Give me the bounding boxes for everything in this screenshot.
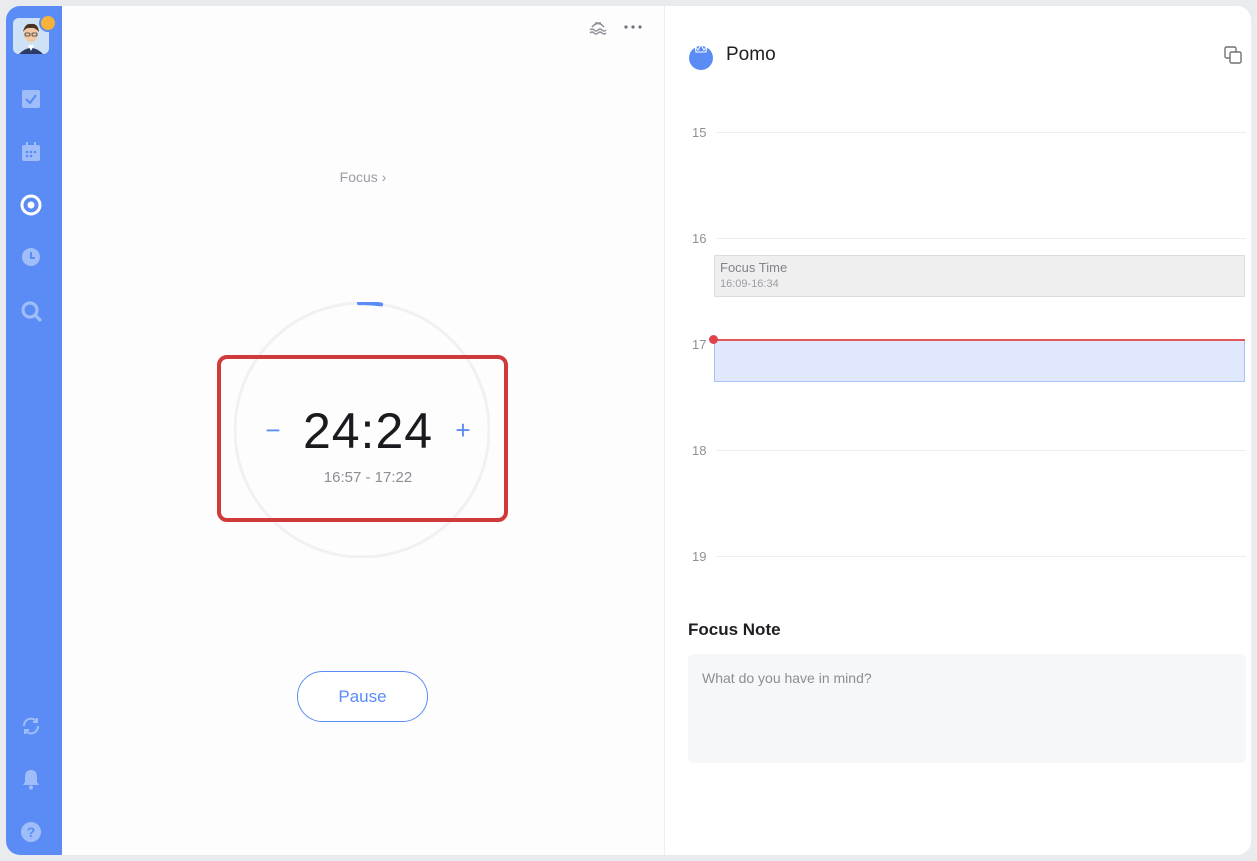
- sidebar: ?: [6, 6, 62, 855]
- hour-label: 18: [692, 443, 707, 458]
- checkbox-icon: [22, 90, 40, 108]
- focus-note-heading: Focus Note: [688, 620, 781, 639]
- hour-line: [716, 450, 1246, 451]
- hour-label: 19: [692, 549, 707, 564]
- pause-button[interactable]: Pause: [297, 671, 428, 722]
- timer-range: 16:57 - 17:22: [323, 469, 413, 486]
- more-dots-icon: [624, 25, 642, 29]
- timer-display: 24:24: [302, 403, 434, 459]
- current-time-line: [714, 339, 1245, 341]
- pomo-title: Pomo: [726, 44, 776, 65]
- hour-label: 16: [692, 231, 707, 246]
- calendar-icon: [22, 142, 40, 161]
- current-time-dot: [709, 335, 718, 344]
- hour-line: [716, 132, 1246, 133]
- notifications-button[interactable]: [19, 767, 43, 791]
- focus-note-input[interactable]: [688, 654, 1246, 763]
- hour-line: [716, 556, 1246, 557]
- focus-record-event[interactable]: Focus Time 16:09-16:34: [714, 255, 1245, 297]
- focus-mode-link[interactable]: Focus ›: [62, 169, 664, 185]
- chevron-right-icon: ›: [381, 169, 387, 185]
- more-options-button[interactable]: [622, 18, 644, 36]
- sidebar-item-tasks[interactable]: [19, 87, 43, 111]
- event-title: Focus Time: [720, 260, 788, 275]
- help-button[interactable]: ?: [19, 820, 43, 844]
- sync-icon: [23, 717, 39, 735]
- sidebar-item-calendar[interactable]: [19, 140, 43, 164]
- timer-pane: Focus › − 24:24 + 16:57 - 17:22 Pause: [62, 6, 664, 855]
- increase-time-button[interactable]: +: [451, 417, 475, 443]
- sync-button[interactable]: [19, 714, 43, 738]
- pomo-logo-icon: [689, 44, 713, 70]
- search-icon: [21, 301, 42, 322]
- sidebar-item-pomodoro[interactable]: [19, 193, 43, 217]
- bell-icon: [23, 770, 39, 790]
- white-noise-button[interactable]: [587, 18, 609, 36]
- premium-crown-icon: [39, 14, 57, 32]
- sidebar-item-habit[interactable]: [19, 246, 43, 270]
- focus-mode-label: Focus: [339, 169, 378, 185]
- pomo-pane: Pomo 15 16 17 18 19 Focus Time 16:09-16:…: [665, 6, 1251, 855]
- sidebar-item-search[interactable]: [19, 299, 43, 323]
- hour-label: 15: [692, 125, 707, 140]
- mini-window-icon[interactable]: [1224, 46, 1242, 64]
- white-noise-icon: [589, 22, 607, 35]
- hour-line: [716, 238, 1246, 239]
- event-time: 16:09-16:34: [720, 278, 779, 290]
- pomodoro-icon: [20, 194, 42, 216]
- app-window: ? Focus › − 24:24 + 16:57 - 17:22 Pause …: [6, 6, 1251, 855]
- help-icon: ?: [21, 822, 41, 842]
- progress-arc: [357, 302, 384, 307]
- svg-text:?: ?: [27, 824, 36, 840]
- current-focus-block: [714, 340, 1245, 382]
- clock-icon: [21, 248, 40, 269]
